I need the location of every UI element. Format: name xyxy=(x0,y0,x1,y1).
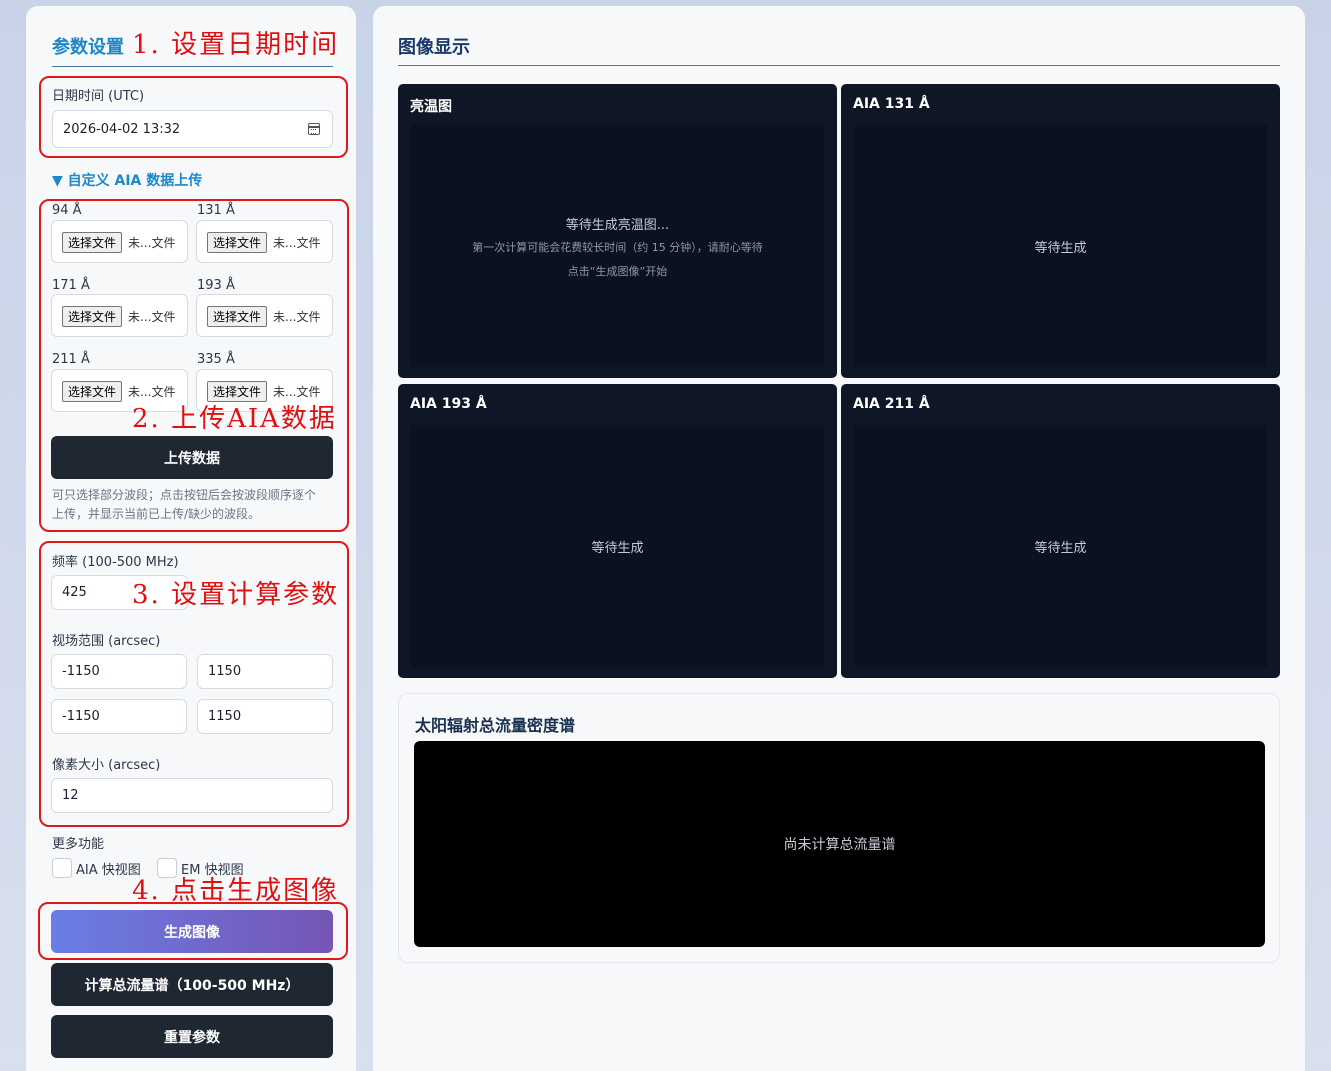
pixel-size-label: 像素大小 (arcsec) xyxy=(52,758,161,773)
waiting-message: 等待生成亮温图... xyxy=(565,217,670,233)
upload-label-193: 193 Å xyxy=(197,278,235,293)
annotation-step2: 2. 上传AIA数据 xyxy=(132,404,337,434)
choose-file-button[interactable]: 选择文件 xyxy=(207,306,268,327)
spectrum-plot-area: 尚未计算总流量谱 xyxy=(414,741,1265,947)
choose-file-button[interactable]: 选择文件 xyxy=(62,232,123,253)
upload-hint: 可只选择部分波段；点击按钮后会按波段顺序逐个 上传，并显示当前已上传/缺少的波段… xyxy=(52,486,337,524)
aia131-card: AIA 131 Å 等待生成 xyxy=(841,84,1280,378)
spectrum-card: 太阳辐射总流量密度谱 尚未计算总流量谱 xyxy=(398,693,1280,963)
waiting-message: 等待生成 xyxy=(591,540,644,556)
parameter-divider xyxy=(52,66,333,67)
file-input-171[interactable]: 选择文件 未...文件 xyxy=(51,294,188,337)
pixel-size-value: 12 xyxy=(62,788,79,803)
waiting-hint: 点击“生成图像”开始 xyxy=(567,264,668,278)
upload-label-171: 171 Å xyxy=(52,278,90,293)
pixel-size-input[interactable]: 12 xyxy=(51,778,333,813)
waiting-message: 等待生成 xyxy=(1034,240,1087,256)
upload-hint-line2: 上传，并显示当前已上传/缺少的波段。 xyxy=(52,507,261,521)
frequency-value: 425 xyxy=(62,585,87,600)
card-title: AIA 193 Å xyxy=(410,396,487,412)
brightness-temp-image: 等待生成亮温图... 第一次计算可能会花费较长时间（约 15 分钟），请耐心等待… xyxy=(411,125,824,367)
waiting-note: 第一次计算可能会花费较长时间（约 15 分钟），请耐心等待 xyxy=(472,240,763,254)
upload-label-335: 335 Å xyxy=(197,352,235,367)
spectrum-title: 太阳辐射总流量密度谱 xyxy=(415,716,576,735)
fov-xmax-value: 1150 xyxy=(208,664,242,679)
frequency-label: 频率 (100-500 MHz) xyxy=(52,555,179,570)
datetime-label: 日期时间 (UTC) xyxy=(52,89,145,104)
fov-ymax-input[interactable]: 1150 xyxy=(197,699,333,734)
upload-hint-line1: 可只选择部分波段；点击按钮后会按波段顺序逐个 xyxy=(52,488,317,502)
generate-image-button[interactable]: 生成图像 xyxy=(51,910,333,953)
annotation-step1: 1. 设置日期时间 xyxy=(132,30,340,60)
file-input-94[interactable]: 选择文件 未...文件 xyxy=(51,220,188,263)
aia-quickview-checkbox[interactable] xyxy=(52,858,72,878)
aia193-image: 等待生成 xyxy=(411,425,824,667)
parameter-title: 参数设置 xyxy=(52,37,124,58)
upload-label-94: 94 Å xyxy=(52,203,82,218)
datetime-input[interactable]: 2026-04-02 13:32 xyxy=(52,110,333,148)
fov-xmin-value: -1150 xyxy=(62,664,100,679)
more-features-label: 更多功能 xyxy=(52,837,105,852)
image-display-divider xyxy=(398,65,1280,66)
fov-xmin-input[interactable]: -1150 xyxy=(51,654,187,689)
choose-file-button[interactable]: 选择文件 xyxy=(62,381,123,402)
reset-button[interactable]: 重置参数 xyxy=(51,1015,333,1058)
aia193-card: AIA 193 Å 等待生成 xyxy=(398,384,837,678)
file-input-193[interactable]: 选择文件 未...文件 xyxy=(196,294,333,337)
file-status: 未...文件 xyxy=(128,310,176,324)
upload-data-button[interactable]: 上传数据 xyxy=(51,436,333,479)
upload-label-211: 211 Å xyxy=(52,352,90,367)
file-status: 未...文件 xyxy=(273,236,321,250)
spectrum-empty-message: 尚未计算总流量谱 xyxy=(783,837,896,853)
card-title: AIA 131 Å xyxy=(853,96,930,112)
custom-upload-toggle[interactable]: ▼ 自定义 AIA 数据上传 xyxy=(52,170,202,190)
compute-spectrum-button[interactable]: 计算总流量谱（100-500 MHz） xyxy=(51,963,333,1006)
file-input-131[interactable]: 选择文件 未...文件 xyxy=(196,220,333,263)
waiting-message: 等待生成 xyxy=(1034,540,1087,556)
upload-label-131: 131 Å xyxy=(197,203,235,218)
choose-file-button[interactable]: 选择文件 xyxy=(62,306,123,327)
file-status: 未...文件 xyxy=(128,236,176,250)
image-display-title: 图像显示 xyxy=(398,37,470,58)
annotation-step3: 3. 设置计算参数 xyxy=(132,580,340,610)
fov-xmax-input[interactable]: 1150 xyxy=(197,654,333,689)
aia211-image: 等待生成 xyxy=(854,425,1267,667)
aia131-image: 等待生成 xyxy=(854,125,1267,367)
fov-ymin-input[interactable]: -1150 xyxy=(51,699,187,734)
datetime-value: 2026-04-02 13:32 xyxy=(63,121,181,137)
file-status: 未...文件 xyxy=(273,310,321,324)
fov-ymax-value: 1150 xyxy=(208,709,242,724)
calendar-icon[interactable] xyxy=(308,123,320,135)
choose-file-button[interactable]: 选择文件 xyxy=(207,232,268,253)
fov-label: 视场范围 (arcsec) xyxy=(52,634,161,649)
brightness-temp-card: 亮温图 等待生成亮温图... 第一次计算可能会花费较长时间（约 15 分钟），请… xyxy=(398,84,837,378)
aia211-card: AIA 211 Å 等待生成 xyxy=(841,384,1280,678)
card-title: 亮温图 xyxy=(410,99,452,115)
card-title: AIA 211 Å xyxy=(853,396,930,412)
fov-ymin-value: -1150 xyxy=(62,709,100,724)
